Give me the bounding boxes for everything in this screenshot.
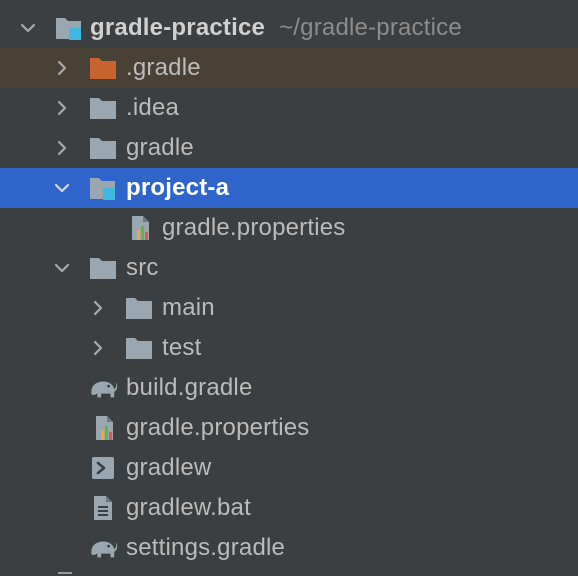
chevron-right-icon[interactable] — [52, 138, 72, 158]
tree-item-label: gradle.properties — [162, 214, 346, 241]
chevron-right-icon[interactable] — [52, 98, 72, 118]
folder-icon — [124, 293, 154, 323]
tree-row-project-a-gradle-properties[interactable]: gradle.properties — [0, 208, 578, 248]
gradle-elephant-icon — [88, 533, 118, 563]
tree-row-main[interactable]: main — [0, 288, 578, 328]
tree-row-dot-gradle[interactable]: .gradle — [0, 48, 578, 88]
shell-script-icon — [88, 453, 118, 483]
tree-item-label: gradlew — [126, 454, 212, 481]
tree-item-label: .gradle — [126, 54, 201, 81]
text-file-icon — [88, 493, 118, 523]
chevron-down-icon[interactable] — [18, 18, 38, 38]
tree-row-gradle[interactable]: gradle — [0, 128, 578, 168]
partial-next-row-chevron — [58, 572, 72, 576]
tree-item-label: .idea — [126, 94, 180, 121]
properties-file-icon — [126, 213, 156, 243]
tree-item-label: main — [162, 294, 215, 321]
tree-item-label: gradlew.bat — [126, 494, 251, 521]
tree-row-test[interactable]: test — [0, 328, 578, 368]
root-label: gradle-practice — [90, 14, 266, 41]
tree-item-label: gradle — [126, 134, 194, 161]
folder-icon — [88, 133, 118, 163]
tree-row-settings-gradle[interactable]: settings.gradle — [0, 528, 578, 568]
module-folder-icon — [54, 13, 84, 43]
tree-row-gradlew[interactable]: gradlew — [0, 448, 578, 488]
tree-item-label: project-a — [126, 174, 230, 201]
tree-item-label: gradle.properties — [126, 414, 310, 441]
root-path-hint: ~/gradle-practice — [279, 14, 462, 41]
tree-row-build-gradle[interactable]: build.gradle — [0, 368, 578, 408]
chevron-right-icon[interactable] — [52, 58, 72, 78]
chevron-down-icon[interactable] — [52, 258, 72, 278]
chevron-right-icon[interactable] — [88, 338, 108, 358]
module-folder-icon — [88, 173, 118, 203]
tree-row-dot-idea[interactable]: .idea — [0, 88, 578, 128]
folder-icon — [88, 253, 118, 283]
tree-item-label: src — [126, 254, 159, 281]
folder-icon — [124, 333, 154, 363]
tree-row-root[interactable]: gradle-practice ~/gradle-practice — [0, 8, 578, 48]
tree-item-label: settings.gradle — [126, 534, 286, 561]
excluded-folder-icon — [88, 53, 118, 83]
chevron-right-icon[interactable] — [88, 298, 108, 318]
gradle-elephant-icon — [88, 373, 118, 403]
folder-icon — [88, 93, 118, 123]
project-tree: gradle-practice ~/gradle-practice .gradle… — [0, 0, 578, 576]
tree-item-label: build.gradle — [126, 374, 253, 401]
tree-row-src[interactable]: src — [0, 248, 578, 288]
tree-row-gradlew-bat[interactable]: gradlew.bat — [0, 488, 578, 528]
properties-file-icon — [90, 413, 120, 443]
tree-item-label: test — [162, 334, 202, 361]
tree-row-project-a[interactable]: project-a — [0, 168, 578, 208]
tree-row-gradle-properties[interactable]: gradle.properties — [0, 408, 578, 448]
chevron-down-icon[interactable] — [52, 178, 72, 198]
